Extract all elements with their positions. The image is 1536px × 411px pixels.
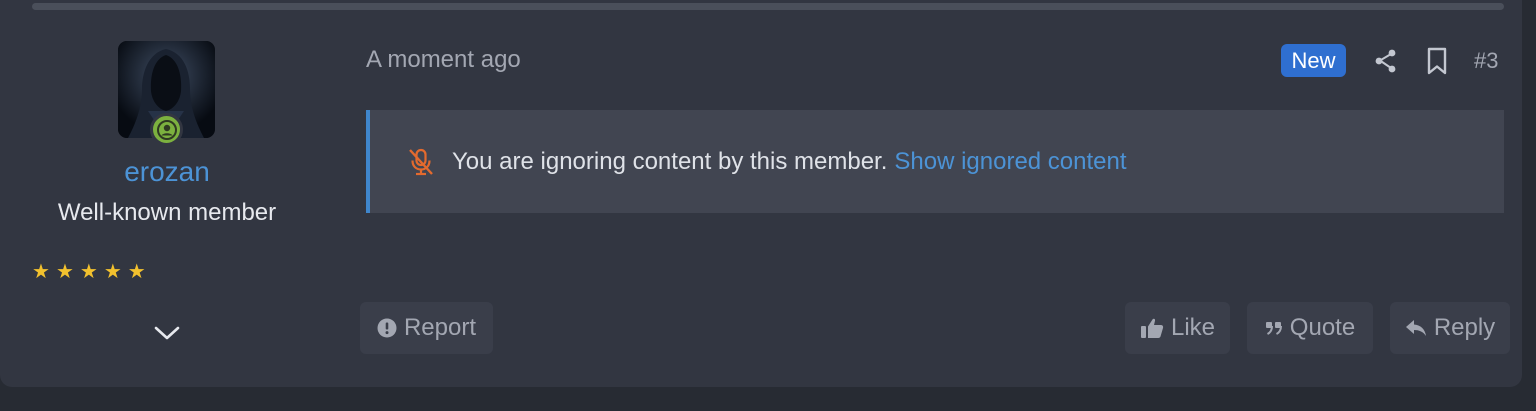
- bookmark-button[interactable]: [1424, 47, 1450, 75]
- post-number-link[interactable]: #3: [1474, 48, 1498, 74]
- ignored-content-notice: You are ignoring content by this member.…: [366, 110, 1504, 213]
- expand-user-info-button[interactable]: [150, 318, 184, 348]
- chevron-down-icon: [154, 326, 180, 340]
- star-icon: ★: [103, 261, 122, 283]
- ignored-message: You are ignoring content by this member.: [452, 147, 888, 175]
- star-icon: ★: [55, 261, 74, 283]
- share-icon: [1375, 49, 1396, 73]
- post-timestamp[interactable]: A moment ago: [366, 46, 521, 74]
- star-icon: ★: [79, 261, 98, 283]
- quote-button[interactable]: Quote: [1247, 302, 1373, 354]
- like-label: Like: [1170, 314, 1216, 341]
- new-badge: New: [1281, 44, 1346, 77]
- exclamation-circle-icon: [377, 318, 397, 338]
- post-container: erozan Well-known member ★ ★ ★ ★ ★ A mom…: [0, 0, 1522, 387]
- reply-arrow-icon: [1405, 319, 1427, 337]
- report-button[interactable]: Report: [360, 302, 493, 354]
- reply-label: Reply: [1433, 314, 1496, 341]
- quote-label: Quote: [1289, 314, 1356, 341]
- bookmark-icon: [1427, 47, 1447, 75]
- username-link[interactable]: erozan: [0, 156, 334, 188]
- user-stars: ★ ★ ★ ★ ★: [32, 262, 146, 282]
- show-ignored-content-link[interactable]: Show ignored content: [894, 148, 1126, 176]
- star-icon: ★: [127, 261, 146, 283]
- quote-icon: [1265, 320, 1283, 336]
- reply-button[interactable]: Reply: [1390, 302, 1510, 354]
- report-label: Report: [403, 314, 477, 341]
- microphone-slash-icon: [409, 148, 433, 175]
- share-button[interactable]: [1373, 48, 1399, 74]
- post-divider: [32, 3, 1504, 10]
- thumbs-up-icon: [1140, 317, 1164, 339]
- star-icon: ★: [32, 261, 50, 283]
- like-button[interactable]: Like: [1125, 302, 1230, 354]
- user-title: Well-known member: [57, 199, 277, 226]
- online-status-icon: [150, 113, 183, 146]
